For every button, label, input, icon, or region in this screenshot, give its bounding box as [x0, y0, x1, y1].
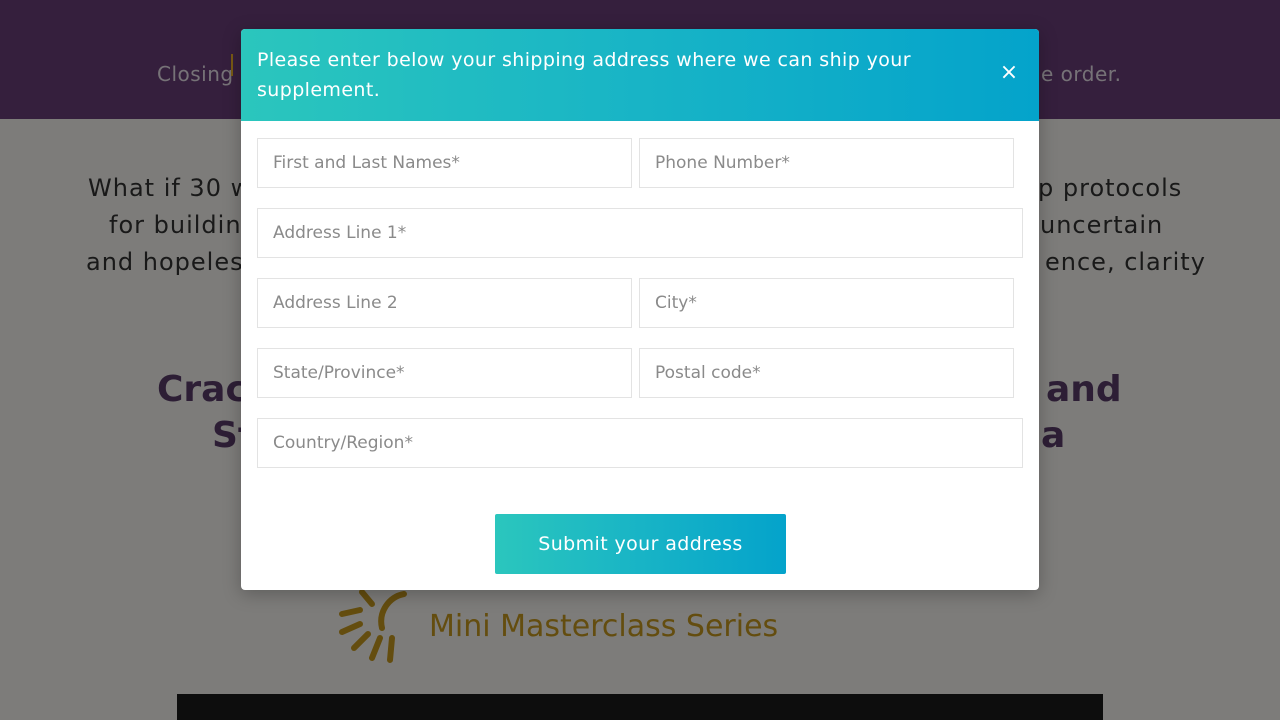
shipping-address-modal: Please enter below your shipping address… — [241, 29, 1039, 590]
country-region-field[interactable] — [257, 418, 1023, 468]
state-province-field[interactable] — [257, 348, 632, 398]
phone-field[interactable] — [639, 138, 1014, 188]
postal-code-field[interactable] — [639, 348, 1014, 398]
city-field[interactable] — [639, 278, 1014, 328]
full-name-field[interactable] — [257, 138, 632, 188]
address-line-1-field[interactable] — [257, 208, 1023, 258]
address-line-2-field[interactable] — [257, 278, 632, 328]
submit-address-button[interactable]: Submit your address — [495, 514, 786, 574]
modal-title: Please enter below your shipping address… — [257, 49, 911, 101]
modal-header: Please enter below your shipping address… — [241, 29, 1039, 121]
close-button[interactable]: × — [995, 59, 1023, 87]
